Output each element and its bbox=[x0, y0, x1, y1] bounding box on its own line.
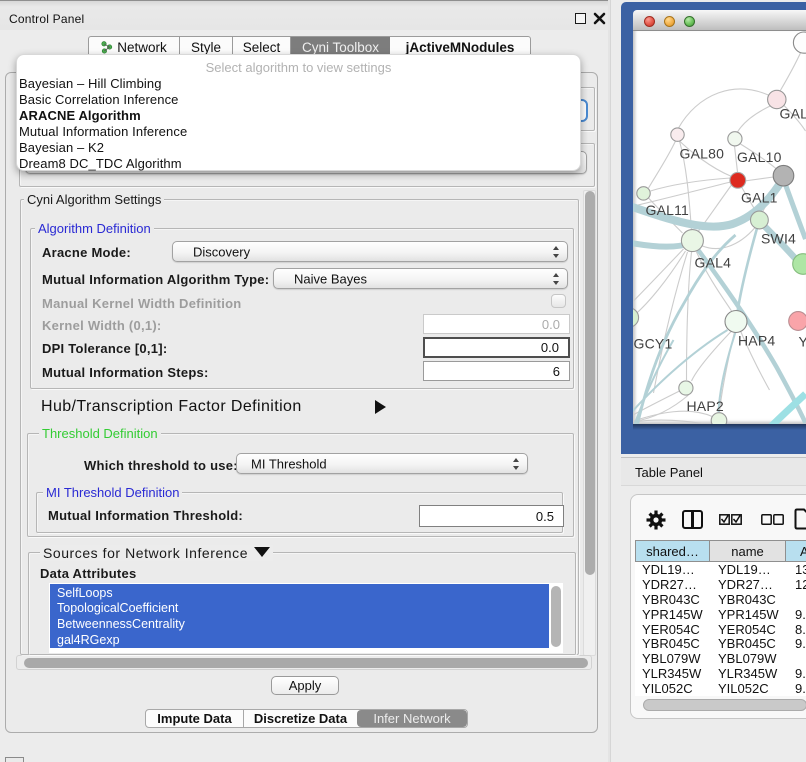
svg-text:GAL8: GAL8 bbox=[780, 106, 806, 122]
svg-text:HAP2: HAP2 bbox=[687, 398, 724, 414]
svg-text:GAL4: GAL4 bbox=[695, 255, 732, 271]
svg-text:SWI4: SWI4 bbox=[761, 231, 796, 247]
svg-text:GAL80: GAL80 bbox=[680, 146, 725, 162]
svg-text:GAL1: GAL1 bbox=[741, 190, 778, 206]
svg-text:YP: YP bbox=[799, 334, 806, 350]
svg-text:GCY1: GCY1 bbox=[634, 336, 673, 352]
svg-text:GAL11: GAL11 bbox=[646, 202, 690, 218]
svg-text:HAP4: HAP4 bbox=[738, 333, 775, 349]
svg-text:GAL10: GAL10 bbox=[737, 149, 782, 165]
